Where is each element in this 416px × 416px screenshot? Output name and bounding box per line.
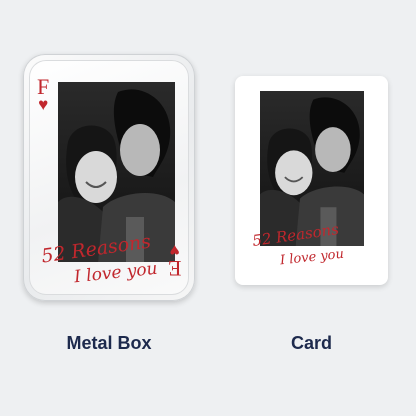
metal-box-label: Metal Box <box>66 333 152 353</box>
script-title-i-love-you: I love you <box>73 258 159 288</box>
card-label: Card <box>290 333 332 353</box>
metal-box-product: F ♥ 52 Reasons I love you E ♥ <box>23 54 195 301</box>
metal-box-lid: F ♥ 52 Reasons I love you E ♥ <box>29 60 189 295</box>
card-corner-top-left: F ♥ <box>37 76 49 114</box>
card-rank: E <box>167 256 181 281</box>
heart-suit-icon: ♥ <box>169 241 180 260</box>
heart-suit-icon: ♥ <box>38 95 49 114</box>
card-corner-bottom-right: E ♥ <box>167 241 181 281</box>
script-title-i-love-you: I love you <box>279 246 345 269</box>
card-product: 52 Reasons I love you <box>235 76 388 285</box>
